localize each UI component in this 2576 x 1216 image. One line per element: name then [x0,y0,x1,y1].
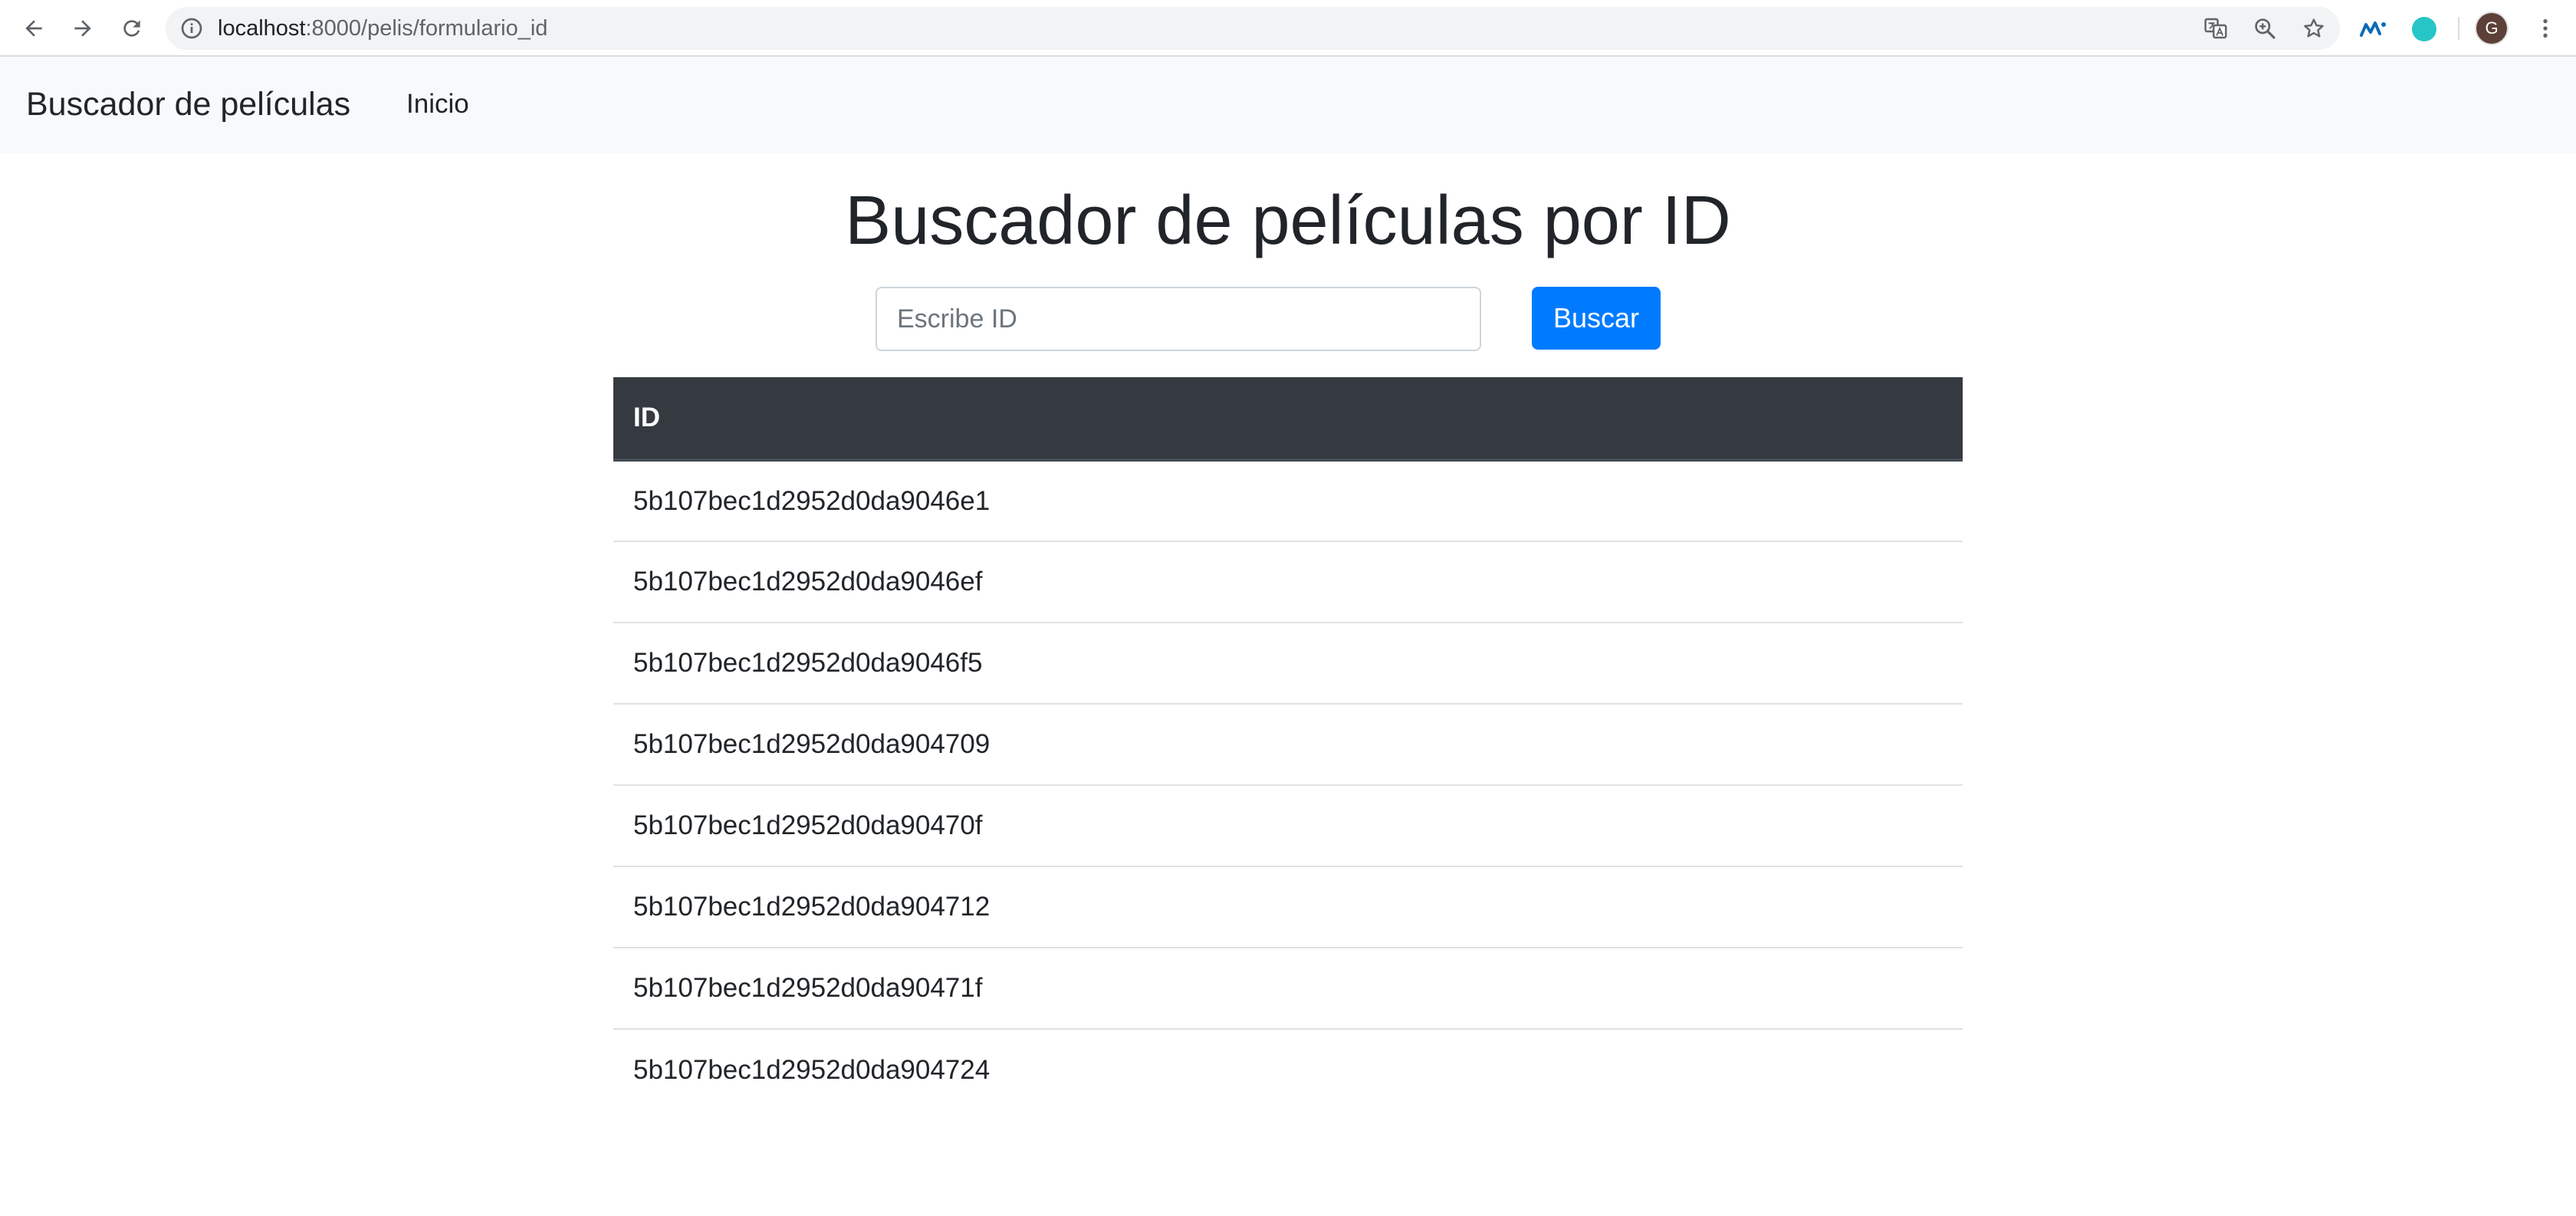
id-cell: 5b107bec1d2952d0da9046ef [613,541,1963,623]
star-icon[interactable] [2302,16,2326,41]
address-bar[interactable]: localhost:8000/pelis/formulario_id [166,7,2340,50]
table-row: 5b107bec1d2952d0da9046f5 [613,622,1963,704]
kebab-menu-icon[interactable] [2530,13,2561,44]
url-path: :8000/pelis/formulario_id [305,16,548,41]
search-button[interactable]: Buscar [1532,287,1661,350]
nav-link-inicio[interactable]: Inicio [406,58,469,150]
teal-extension-icon[interactable] [2409,14,2440,44]
table-row: 5b107bec1d2952d0da9046ef [613,541,1963,623]
table-header-row: ID [613,377,1963,462]
id-cell: 5b107bec1d2952d0da904724 [613,1028,1963,1110]
table-row: 5b107bec1d2952d0da90470f [613,784,1963,866]
id-cell: 5b107bec1d2952d0da904709 [613,703,1963,785]
id-cell: 5b107bec1d2952d0da90471f [613,947,1963,1029]
address-url: localhost:8000/pelis/formulario_id [218,7,547,50]
id-cell: 5b107bec1d2952d0da90470f [613,784,1963,866]
movistar-extension-icon[interactable] [2358,14,2389,44]
back-arrow-icon[interactable] [15,10,52,47]
translate-icon[interactable] [2203,16,2228,41]
reload-icon[interactable] [113,10,150,47]
id-cell: 5b107bec1d2952d0da9046e1 [633,485,991,516]
column-header-id: ID [613,377,1963,462]
table-row: 5b107bec1d2952d0da9046e1 [613,460,1963,541]
browser-toolbar: localhost:8000/pelis/formulario_id G [0,0,2576,57]
page-title: Buscador de películas por ID [845,182,1731,259]
app-navbar: Buscador de películas Inicio [0,58,2576,153]
id-cell: 5b107bec1d2952d0da904712 [613,866,1963,948]
search-input[interactable] [876,287,1481,351]
toolbar-divider [2458,17,2459,40]
table-row: 5b107bec1d2952d0da90471f [613,947,1963,1029]
results-table: ID 5b107bec1d2952d0da9046e1 5b107bec1d29… [613,377,1963,1110]
table-row: 5b107bec1d2952d0da904712 [613,866,1963,948]
profile-avatar[interactable]: G [2476,13,2507,44]
table-row: 5b107bec1d2952d0da904724 [613,1028,1963,1110]
info-icon[interactable] [179,16,204,41]
id-cell: 5b107bec1d2952d0da9046f5 [613,622,1963,704]
table-row: 5b107bec1d2952d0da904709 [613,703,1963,785]
zoom-icon[interactable] [2252,16,2277,41]
forward-arrow-icon[interactable] [64,10,101,47]
navbar-brand[interactable]: Buscador de películas [26,58,350,150]
url-host: localhost [218,16,306,41]
